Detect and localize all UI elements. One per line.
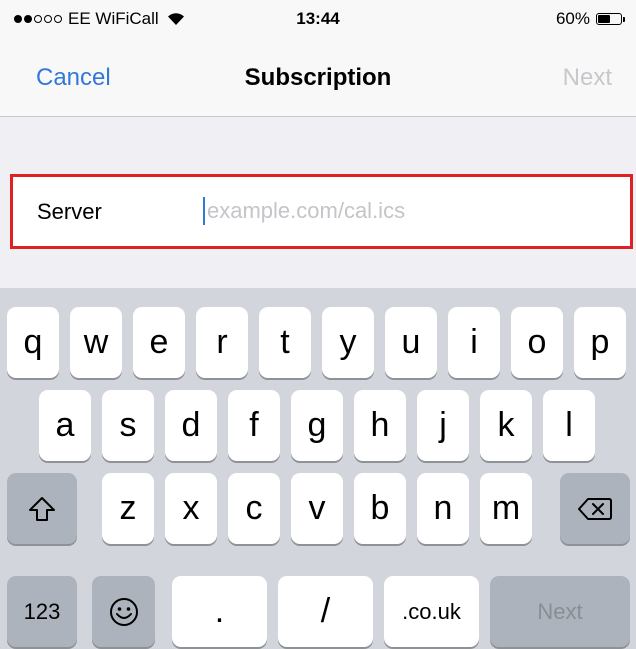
- key-t[interactable]: t: [259, 307, 311, 378]
- numbers-key[interactable]: 123: [7, 576, 77, 647]
- key-c[interactable]: c: [228, 473, 280, 544]
- battery-level-fill: [598, 15, 610, 23]
- key-x[interactable]: x: [165, 473, 217, 544]
- backspace-key[interactable]: [560, 473, 630, 544]
- server-field-row: Server: [10, 174, 633, 249]
- key-r[interactable]: r: [196, 307, 248, 378]
- key-s[interactable]: s: [102, 390, 154, 461]
- key-z[interactable]: z: [102, 473, 154, 544]
- page-title: Subscription: [244, 64, 392, 91]
- battery-percent: 60%: [555, 9, 590, 28]
- shift-key[interactable]: [7, 473, 77, 544]
- key-i[interactable]: i: [448, 307, 500, 378]
- status-right: 60%: [555, 9, 625, 29]
- server-input[interactable]: [201, 193, 607, 229]
- server-label: Server: [37, 199, 102, 224]
- next-button[interactable]: Next: [563, 64, 612, 92]
- key-b[interactable]: b: [354, 473, 406, 544]
- key-v[interactable]: v: [291, 473, 343, 544]
- key-h[interactable]: h: [354, 390, 406, 461]
- key-j[interactable]: j: [417, 390, 469, 461]
- key-n[interactable]: n: [417, 473, 469, 544]
- key-e[interactable]: e: [133, 307, 185, 378]
- emoji-key[interactable]: [92, 576, 155, 647]
- keyboard-next-key[interactable]: Next: [490, 576, 630, 647]
- key-k[interactable]: k: [480, 390, 532, 461]
- dot-key[interactable]: .: [172, 576, 267, 647]
- key-q[interactable]: q: [7, 307, 59, 378]
- battery-icon: [596, 13, 625, 25]
- status-time: 13:44: [296, 9, 340, 28]
- domain-key[interactable]: .co.uk: [384, 576, 479, 647]
- key-w[interactable]: w: [70, 307, 122, 378]
- slash-key[interactable]: /: [278, 576, 373, 647]
- key-m[interactable]: m: [480, 473, 532, 544]
- backspace-icon: [578, 497, 612, 520]
- key-g[interactable]: g: [291, 390, 343, 461]
- status-bar: EE WiFiCall 13:44 60%: [0, 0, 636, 40]
- emoji-icon: [109, 597, 138, 626]
- key-p[interactable]: p: [574, 307, 626, 378]
- shift-icon: [29, 496, 55, 521]
- keyboard: q w e r t y u i o p a s d f g h j k l z …: [0, 288, 636, 649]
- key-f[interactable]: f: [228, 390, 280, 461]
- key-u[interactable]: u: [385, 307, 437, 378]
- key-o[interactable]: o: [511, 307, 563, 378]
- key-y[interactable]: y: [322, 307, 374, 378]
- navigation-bar: Cancel Subscription Next: [0, 40, 636, 117]
- key-a[interactable]: a: [39, 390, 91, 461]
- subscription-screen: EE WiFiCall 13:44 60% Cancel Subscriptio…: [0, 0, 636, 649]
- key-d[interactable]: d: [165, 390, 217, 461]
- key-l[interactable]: l: [543, 390, 595, 461]
